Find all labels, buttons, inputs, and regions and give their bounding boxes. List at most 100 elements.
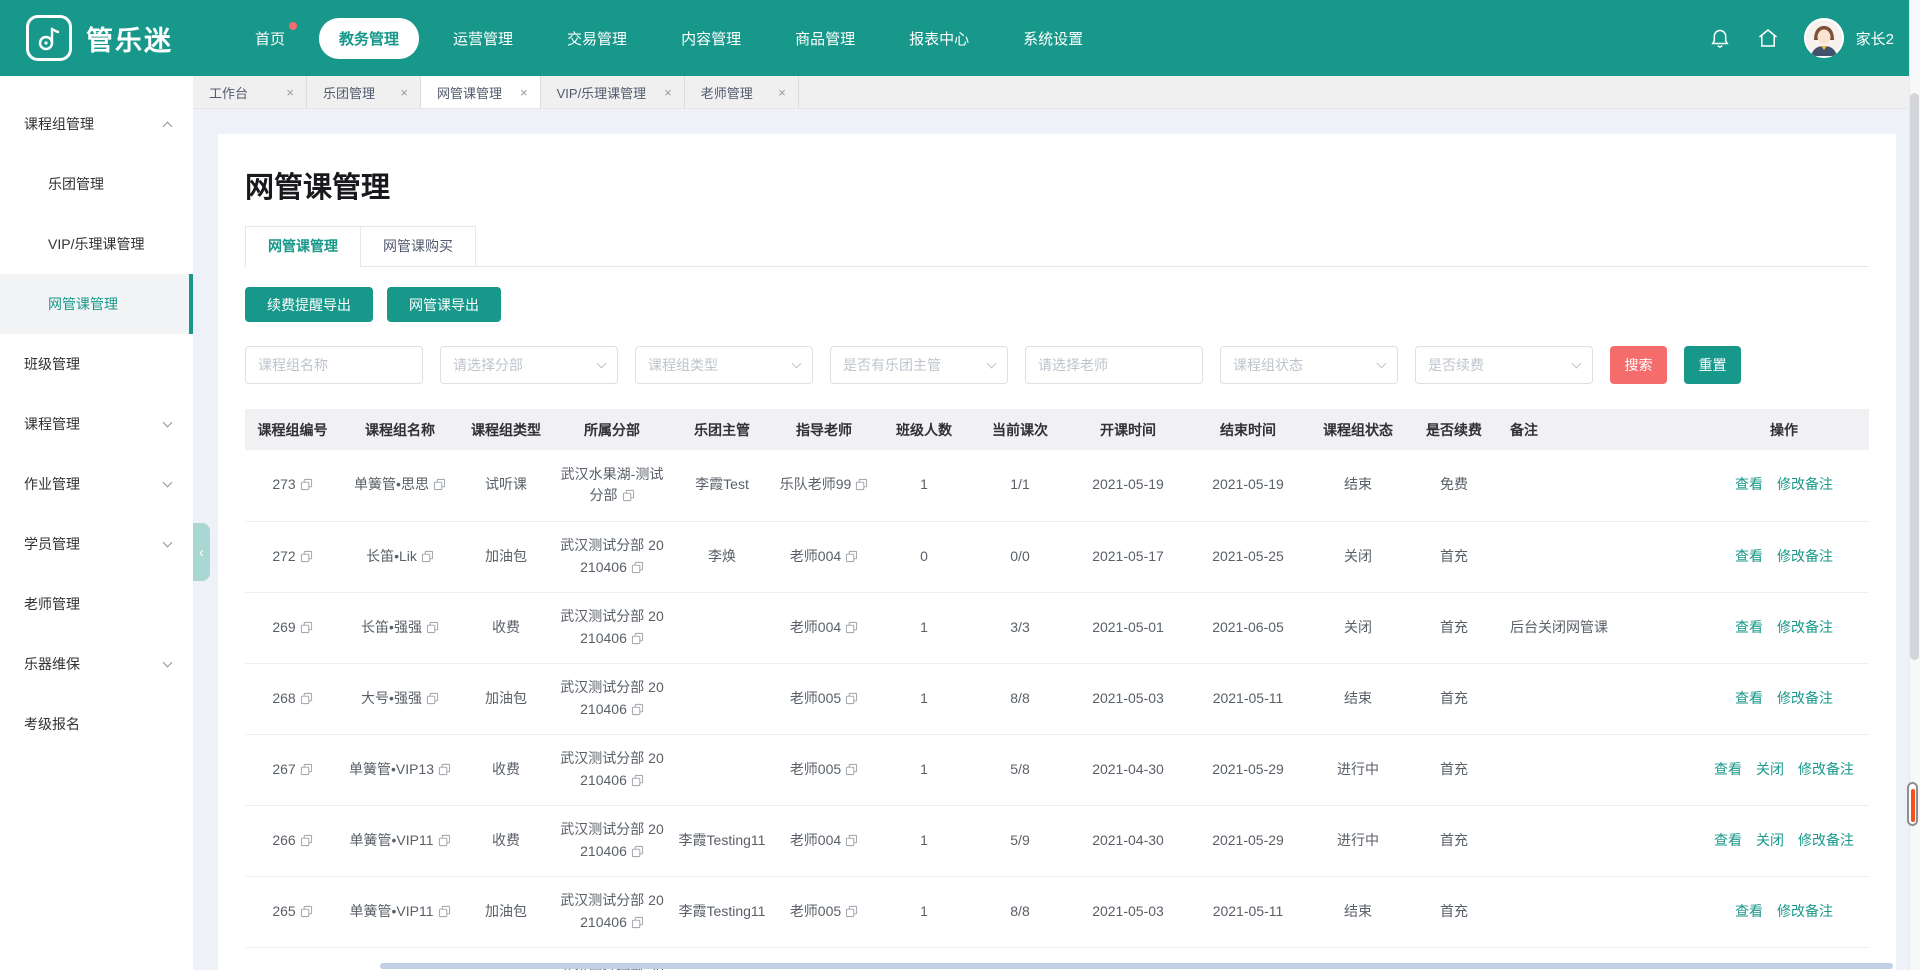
edit-remark-link[interactable]: 修改备注 — [1777, 619, 1833, 635]
sidebar-item-class-mgmt[interactable]: 班级管理 — [0, 334, 193, 394]
nav-item-home[interactable]: 首页 — [235, 18, 305, 59]
edit-remark-link[interactable]: 修改备注 — [1798, 832, 1854, 848]
copy-icon[interactable] — [845, 692, 858, 705]
open-tab-band-mgmt[interactable]: 乐团管理× — [307, 76, 421, 108]
sidebar-item-homework-mgmt[interactable]: 作业管理 — [0, 454, 193, 514]
copy-icon[interactable] — [421, 550, 434, 563]
copy-icon[interactable] — [845, 550, 858, 563]
sidebar-item-student-mgmt[interactable]: 学员管理 — [0, 514, 193, 574]
open-tab-net-course-mgmt[interactable]: 网管课管理× — [421, 76, 541, 108]
copy-icon[interactable] — [845, 834, 858, 847]
cell-end-date: 2021-05-29 — [1188, 805, 1308, 876]
has-band-manager-select[interactable]: 是否有乐团主管 — [830, 346, 1008, 384]
home-icon[interactable] — [1756, 26, 1780, 50]
teacher-select[interactable] — [1025, 346, 1203, 384]
course-group-name-input-field[interactable] — [258, 357, 410, 373]
close-tab-icon[interactable]: × — [778, 86, 786, 99]
copy-icon[interactable] — [300, 692, 313, 705]
sidebar-item-course-group-mgmt[interactable]: 课程组管理 — [0, 94, 193, 154]
copy-icon[interactable] — [622, 489, 635, 502]
floating-marker[interactable] — [1907, 782, 1918, 826]
copy-icon[interactable] — [855, 478, 868, 491]
edit-remark-link[interactable]: 修改备注 — [1777, 903, 1833, 919]
open-tab-vip-theory-mgmt[interactable]: VIP/乐理课管理× — [541, 76, 685, 108]
edit-remark-link[interactable]: 修改备注 — [1777, 476, 1833, 492]
copy-icon[interactable] — [438, 905, 451, 918]
copy-icon[interactable] — [433, 478, 446, 491]
branch-select[interactable]: 请选择分部 — [440, 346, 618, 384]
sidebar-item-net-course-mgmt[interactable]: 网管课管理 — [0, 274, 193, 334]
sidebar-item-instrument-maintenance[interactable]: 乐器维保 — [0, 634, 193, 694]
search-button[interactable]: 搜索 — [1610, 346, 1667, 384]
copy-icon[interactable] — [631, 916, 644, 929]
open-tab-teacher-mgmt[interactable]: 老师管理× — [685, 76, 799, 108]
copy-icon[interactable] — [426, 692, 439, 705]
close-link[interactable]: 关闭 — [1756, 761, 1784, 777]
copy-icon[interactable] — [631, 632, 644, 645]
nav-item-report-center[interactable]: 报表中心 — [889, 18, 989, 59]
nav-item-system-settings[interactable]: 系统设置 — [1003, 18, 1103, 59]
view-link[interactable]: 查看 — [1735, 548, 1763, 564]
copy-icon[interactable] — [438, 834, 451, 847]
vertical-scrollbar-thumb[interactable] — [1910, 93, 1919, 660]
view-link[interactable]: 查看 — [1735, 619, 1763, 635]
close-tab-icon[interactable]: × — [520, 86, 528, 99]
username[interactable]: 家长2 — [1856, 28, 1894, 49]
horizontal-scrollbar-thumb[interactable] — [380, 963, 1893, 969]
card-tab-net-course-mgmt[interactable]: 网管课管理 — [245, 226, 361, 266]
renew-reminder-export-button[interactable]: 续费提醒导出 — [245, 287, 373, 322]
view-link[interactable]: 查看 — [1735, 476, 1763, 492]
nav-item-product-mgmt[interactable]: 商品管理 — [775, 18, 875, 59]
nav-item-content-mgmt[interactable]: 内容管理 — [661, 18, 761, 59]
view-link[interactable]: 查看 — [1735, 690, 1763, 706]
card-tab-net-course-purchase[interactable]: 网管课购买 — [361, 226, 476, 266]
copy-icon[interactable] — [631, 774, 644, 787]
nav-item-edu-admin[interactable]: 教务管理 — [319, 18, 419, 59]
view-link[interactable]: 查看 — [1714, 761, 1742, 777]
copy-icon[interactable] — [426, 621, 439, 634]
cell-branch: 武汉测试分部 20210406 — [552, 521, 672, 592]
copy-icon[interactable] — [300, 763, 313, 776]
close-tab-icon[interactable]: × — [286, 86, 294, 99]
teacher-select-field[interactable] — [1038, 357, 1190, 373]
net-course-export-button[interactable]: 网管课导出 — [387, 287, 501, 322]
course-group-status-select[interactable]: 课程组状态 — [1220, 346, 1398, 384]
sidebar-item-vip-theory-course-mgmt[interactable]: VIP/乐理课管理 — [0, 214, 193, 274]
edit-remark-link[interactable]: 修改备注 — [1777, 690, 1833, 706]
cell-course-group-type: 收费 — [460, 805, 552, 876]
avatar[interactable] — [1804, 18, 1844, 58]
open-tab-workbench[interactable]: 工作台× — [193, 76, 307, 108]
nav-item-operations[interactable]: 运营管理 — [433, 18, 533, 59]
edit-remark-link[interactable]: 修改备注 — [1777, 548, 1833, 564]
copy-icon[interactable] — [845, 763, 858, 776]
close-tab-icon[interactable]: × — [400, 86, 408, 99]
nav-item-transactions[interactable]: 交易管理 — [547, 18, 647, 59]
course-group-type-select[interactable]: 课程组类型 — [635, 346, 813, 384]
course-group-name-input[interactable] — [245, 346, 423, 384]
notifications-bell-icon[interactable] — [1708, 26, 1732, 50]
sidebar-item-course-mgmt[interactable]: 课程管理 — [0, 394, 193, 454]
edit-remark-link[interactable]: 修改备注 — [1798, 761, 1854, 777]
renew-status-select[interactable]: 是否续费 — [1415, 346, 1593, 384]
copy-icon[interactable] — [300, 834, 313, 847]
copy-icon[interactable] — [631, 561, 644, 574]
copy-icon[interactable] — [631, 845, 644, 858]
sidebar-item-exam-registration[interactable]: 考级报名 — [0, 694, 193, 754]
view-link[interactable]: 查看 — [1714, 832, 1742, 848]
sidebar-item-teacher-mgmt[interactable]: 老师管理 — [0, 574, 193, 634]
view-link[interactable]: 查看 — [1735, 903, 1763, 919]
copy-icon[interactable] — [438, 763, 451, 776]
close-link[interactable]: 关闭 — [1756, 832, 1784, 848]
copy-icon[interactable] — [300, 621, 313, 634]
copy-icon[interactable] — [845, 905, 858, 918]
copy-icon[interactable] — [300, 478, 313, 491]
sidebar-item-band-mgmt[interactable]: 乐团管理 — [0, 154, 193, 214]
cell-remark — [1500, 805, 1699, 876]
copy-icon[interactable] — [631, 703, 644, 716]
copy-icon[interactable] — [300, 550, 313, 563]
reset-button[interactable]: 重置 — [1684, 346, 1741, 384]
copy-icon[interactable] — [300, 905, 313, 918]
copy-icon[interactable] — [845, 621, 858, 634]
close-tab-icon[interactable]: × — [664, 86, 672, 99]
sidebar-collapse-handle[interactable]: ‹ — [193, 523, 210, 581]
